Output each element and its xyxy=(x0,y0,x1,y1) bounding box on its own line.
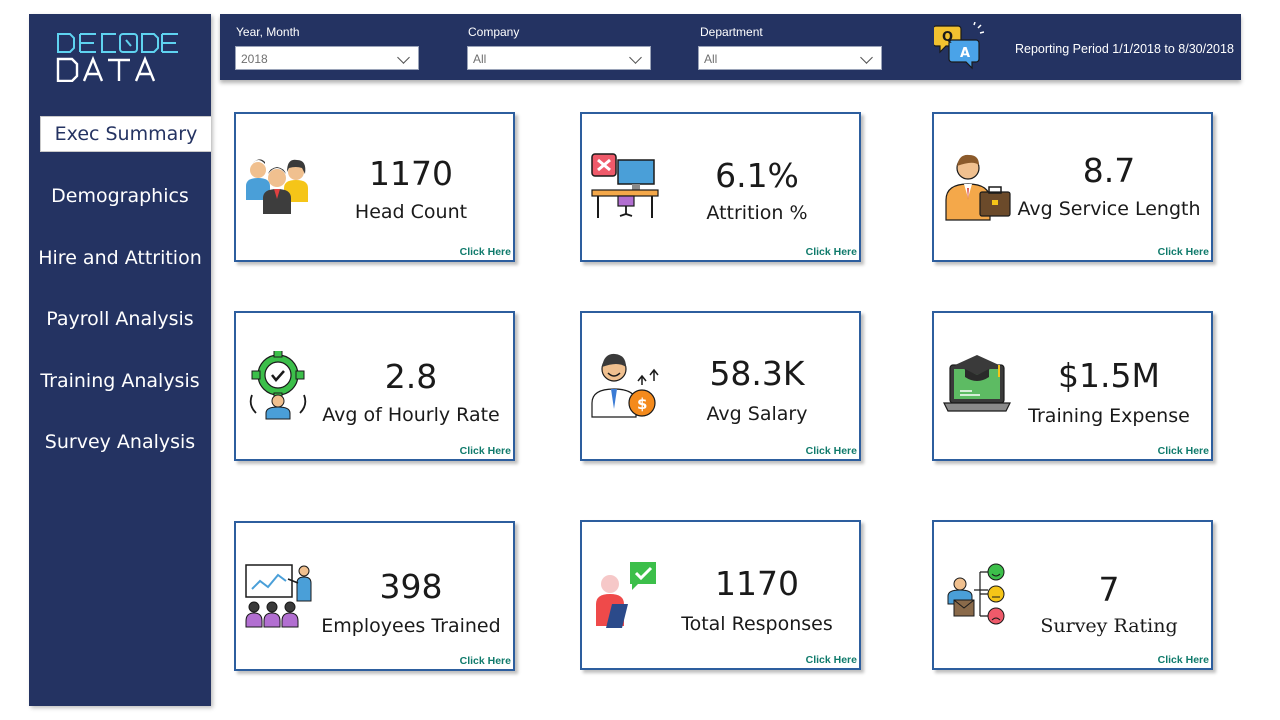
company-label: Company xyxy=(468,25,520,39)
total-responses-link[interactable]: Click Here xyxy=(806,654,857,666)
avg-hourly-rate-label: Avg of Hourly Rate xyxy=(322,404,500,426)
year-month-dropdown[interactable]: 2018 xyxy=(235,46,419,70)
kpi-card-head-count[interactable]: 1170 Head Count Click Here xyxy=(234,112,515,262)
presentation-audience-icon xyxy=(245,564,312,628)
employees-trained-label: Employees Trained xyxy=(321,615,501,637)
employee-briefcase-icon xyxy=(945,154,1011,221)
employee-salary-icon: $ xyxy=(591,353,659,418)
avg-hourly-rate-link[interactable]: Click Here xyxy=(460,445,511,457)
qa-icon-q: Q xyxy=(942,30,953,45)
kpi-card-total-responses[interactable]: 1170 Total Responses Click Here xyxy=(580,520,861,670)
avg-service-length-value: 8.7 xyxy=(1082,151,1136,190)
head-count-value: 1170 xyxy=(369,154,453,193)
survey-rating-value: 7 xyxy=(1098,570,1120,609)
head-count-label: Head Count xyxy=(354,201,468,223)
nav-training-analysis[interactable]: Training Analysis xyxy=(29,364,211,398)
nav-exec-summary[interactable]: Exec Summary xyxy=(40,116,212,152)
kpi-card-attrition[interactable]: 6.1% Attrition % Click Here xyxy=(580,112,861,262)
nav-survey-analysis[interactable]: Survey Analysis xyxy=(29,425,211,459)
attrition-value: 6.1% xyxy=(715,156,799,195)
chevron-down-icon xyxy=(860,51,873,64)
nav-hire-and-attrition[interactable]: Hire and Attrition xyxy=(29,241,211,275)
avg-service-length-label: Avg Service Length xyxy=(1017,198,1201,220)
head-count-link[interactable]: Click Here xyxy=(460,246,511,258)
avg-service-length-link[interactable]: Click Here xyxy=(1158,246,1209,258)
kpi-card-survey-rating[interactable]: 7 Survey Rating Click Here xyxy=(932,520,1213,670)
chevron-down-icon xyxy=(629,51,642,64)
chevron-down-icon xyxy=(397,51,410,64)
attrition-label: Attrition % xyxy=(706,202,808,224)
sidebar: Exec Summary Demographics Hire and Attri… xyxy=(29,14,212,706)
nav-demographics[interactable]: Demographics xyxy=(29,179,211,213)
decode-data-logo xyxy=(56,33,178,82)
empty-desk-icon xyxy=(591,153,659,218)
survey-rating-label: Survey Rating xyxy=(1040,615,1178,637)
laptop-graduation-icon xyxy=(943,355,1011,412)
year-month-label: Year, Month xyxy=(236,25,300,39)
kpi-card-avg-hourly-rate[interactable]: 2.8 Avg of Hourly Rate Click Here xyxy=(234,311,515,461)
qa-chat-icon[interactable]: Q A xyxy=(934,22,984,72)
training-expense-link[interactable]: Click Here xyxy=(1158,445,1209,457)
rating-faces-icon xyxy=(947,563,1005,625)
training-expense-label: Training Expense xyxy=(1028,405,1190,427)
year-month-value: 2018 xyxy=(241,52,268,66)
attrition-link[interactable]: Click Here xyxy=(806,246,857,258)
survey-response-icon xyxy=(596,562,656,628)
company-value: All xyxy=(473,52,487,66)
filter-bar: Year, Month 2018 Company All Department … xyxy=(220,14,1241,80)
avg-salary-label: Avg Salary xyxy=(706,403,808,425)
company-dropdown[interactable]: All xyxy=(467,46,651,70)
gear-clock-person-icon xyxy=(249,351,307,420)
employees-trained-link[interactable]: Click Here xyxy=(460,655,511,667)
avg-hourly-rate-value: 2.8 xyxy=(384,357,438,396)
department-dropdown[interactable]: All xyxy=(698,46,882,70)
kpi-card-employees-trained[interactable]: 398 Employees Trained Click Here xyxy=(234,521,515,671)
total-responses-label: Total Responses xyxy=(681,613,833,635)
svg-text:$: $ xyxy=(637,395,647,413)
kpi-card-avg-service-length[interactable]: 8.7 Avg Service Length Click Here xyxy=(932,112,1213,262)
survey-rating-link[interactable]: Click Here xyxy=(1158,654,1209,666)
total-responses-value: 1170 xyxy=(715,564,799,603)
department-label: Department xyxy=(700,25,763,39)
people-group-icon xyxy=(246,159,308,214)
employees-trained-value: 398 xyxy=(379,567,443,606)
kpi-card-avg-salary[interactable]: $ 58.3K Avg Salary Click Here xyxy=(580,311,861,461)
nav-payroll-analysis[interactable]: Payroll Analysis xyxy=(29,302,211,336)
avg-salary-value: 58.3K xyxy=(709,354,805,393)
department-value: All xyxy=(704,52,718,66)
kpi-card-training-expense[interactable]: $1.5M Training Expense Click Here xyxy=(932,311,1213,461)
reporting-period: Reporting Period 1/1/2018 to 8/30/2018 xyxy=(1015,42,1234,56)
training-expense-value: $1.5M xyxy=(1058,356,1160,395)
qa-icon-a: A xyxy=(960,46,970,61)
avg-salary-link[interactable]: Click Here xyxy=(806,445,857,457)
